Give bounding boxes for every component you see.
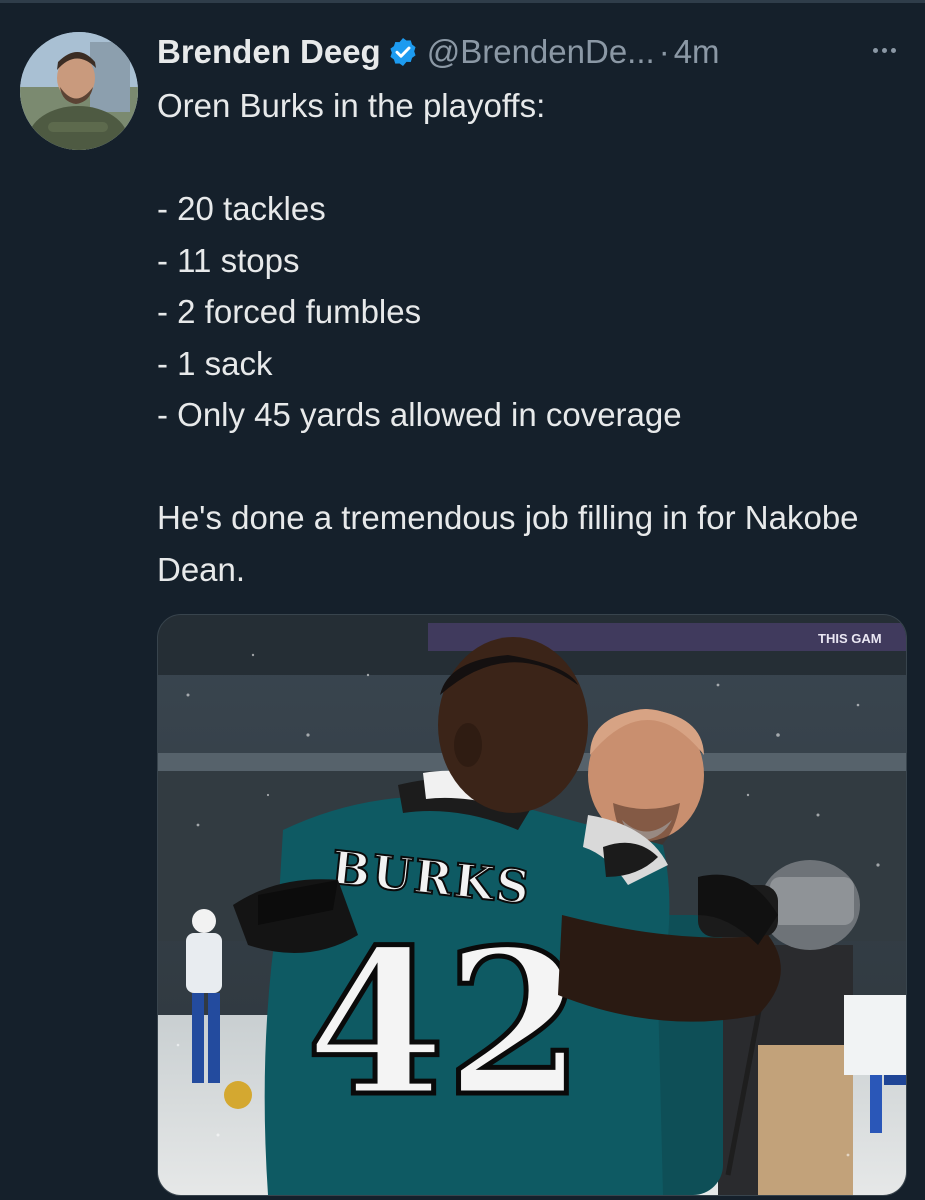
avatar[interactable]	[20, 32, 138, 150]
tweet-text: Oren Burks in the playoffs: - 20 tackles…	[157, 80, 897, 595]
stat-line: - 2 forced fumbles	[157, 293, 422, 330]
stat-line: - Only 45 yards allowed in coverage	[157, 396, 682, 433]
tweet-intro: Oren Burks in the playoffs:	[157, 87, 546, 124]
author-name[interactable]: Brenden Deeg	[157, 30, 381, 74]
top-divider	[0, 0, 925, 3]
header-separator: ·	[658, 33, 670, 70]
stat-line: - 20 tackles	[157, 190, 326, 227]
stat-line: - 11 stops	[157, 241, 300, 279]
tweet-photo[interactable]: THIS GAM 3	[157, 614, 907, 1196]
stadium-banner-text: THIS GAM	[818, 631, 882, 646]
tweet-header: Brenden Deeg @BrendenDe... · 4m	[157, 30, 720, 74]
verified-badge-icon	[387, 36, 419, 68]
author-handle[interactable]: @BrendenDe...	[427, 30, 655, 74]
tweet-closing: He's done a tremendous job filling in fo…	[157, 499, 859, 588]
tweet-timestamp[interactable]: 4m	[674, 30, 720, 74]
jersey-number: 42	[306, 906, 584, 1141]
stat-line: - 1 sack	[157, 344, 273, 382]
more-options-icon[interactable]	[862, 38, 906, 62]
